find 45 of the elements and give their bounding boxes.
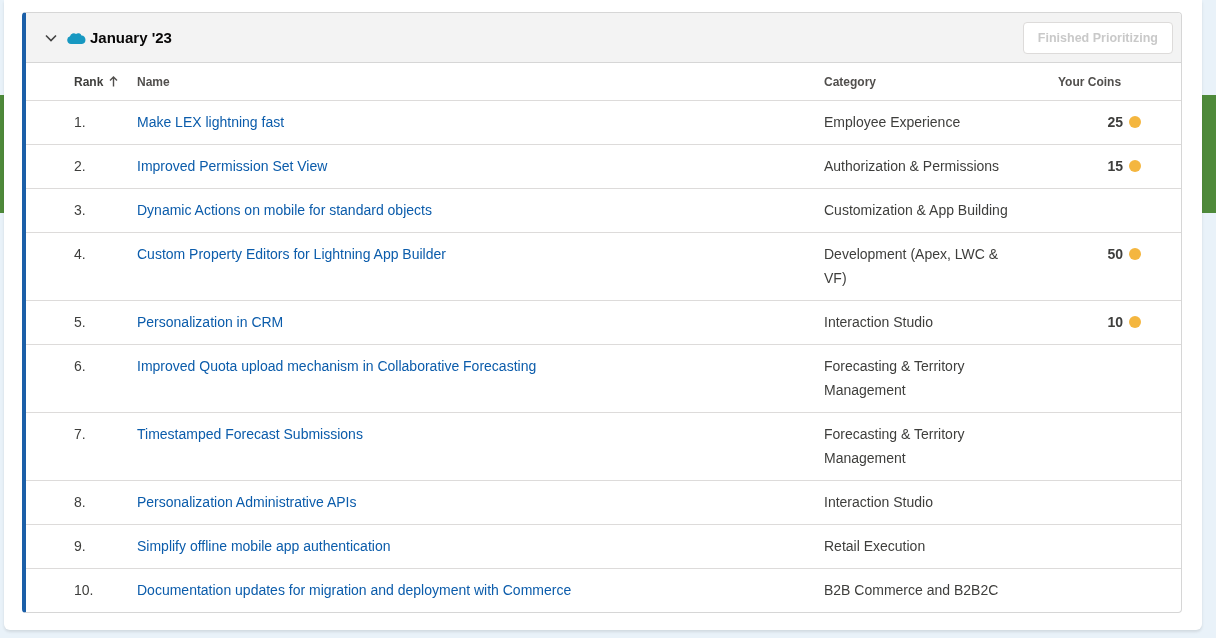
category-cell: Forecasting & Territory Management bbox=[824, 426, 965, 466]
column-header[interactable]: Your Coins bbox=[1058, 74, 1122, 89]
column-header[interactable]: Category bbox=[824, 74, 876, 89]
column-header[interactable]: Name bbox=[137, 74, 170, 89]
idea-link[interactable]: Make LEX lightning fast bbox=[137, 114, 285, 130]
idea-link[interactable]: Simplify offline mobile app authentication bbox=[137, 538, 391, 554]
coins-count: 25 bbox=[1107, 113, 1123, 132]
rank-cell: 4. bbox=[74, 246, 86, 262]
coin-icon bbox=[1129, 116, 1141, 128]
rank-cell: 3. bbox=[74, 202, 86, 218]
coins-count: 10 bbox=[1107, 313, 1123, 332]
category-cell: Interaction Studio bbox=[824, 314, 933, 330]
idea-link[interactable]: Dynamic Actions on mobile for standard objects bbox=[137, 202, 432, 218]
rank-cell: 10. bbox=[74, 582, 94, 598]
cloud-icon bbox=[66, 30, 86, 45]
category-cell: Customization & App Building bbox=[824, 202, 1008, 218]
idea-link[interactable]: Improved Permission Set View bbox=[137, 158, 328, 174]
section-title: January '23 bbox=[90, 29, 173, 46]
rank-cell: 5. bbox=[74, 314, 86, 330]
idea-link[interactable]: Improved Quota upload mechanism in Collaborative Forecasting bbox=[137, 358, 537, 374]
category-cell: Retail Execution bbox=[824, 538, 926, 554]
category-cell: Development (Apex, LWC & VF) bbox=[824, 246, 999, 286]
category-cell: Authorization & Permissions bbox=[824, 158, 1000, 174]
rank-cell: 2. bbox=[74, 158, 86, 174]
rank-cell: 7. bbox=[74, 426, 86, 442]
category-cell: B2B Commerce and B2B2C bbox=[824, 582, 999, 598]
category-cell: Employee Experience bbox=[824, 114, 961, 130]
rank-cell: 1. bbox=[74, 114, 86, 130]
coin-icon bbox=[1129, 160, 1141, 172]
rank-cell: 8. bbox=[74, 494, 86, 510]
idea-link[interactable]: Personalization Administrative APIs bbox=[137, 494, 357, 510]
idea-link[interactable]: Custom Property Editors for Lightning App Builder bbox=[137, 246, 446, 262]
category-cell: Interaction Studio bbox=[824, 494, 933, 510]
coins-count: 15 bbox=[1107, 157, 1123, 176]
category-cell: Forecasting & Territory Management bbox=[824, 358, 965, 398]
idea-link[interactable]: Documentation updates for migration and deployment with Commerce bbox=[137, 582, 572, 598]
rank-cell: 9. bbox=[74, 538, 86, 554]
idea-link[interactable]: Personalization in CRM bbox=[137, 314, 284, 330]
idea-link[interactable]: Timestamped Forecast Submissions bbox=[137, 426, 363, 442]
coin-icon bbox=[1129, 248, 1141, 260]
sort-arrow-icon[interactable] bbox=[109, 76, 119, 87]
coin-icon bbox=[1129, 316, 1141, 328]
coins-count: 50 bbox=[1107, 245, 1123, 264]
column-header[interactable]: Rank bbox=[74, 74, 104, 89]
rank-cell: 6. bbox=[74, 358, 86, 374]
